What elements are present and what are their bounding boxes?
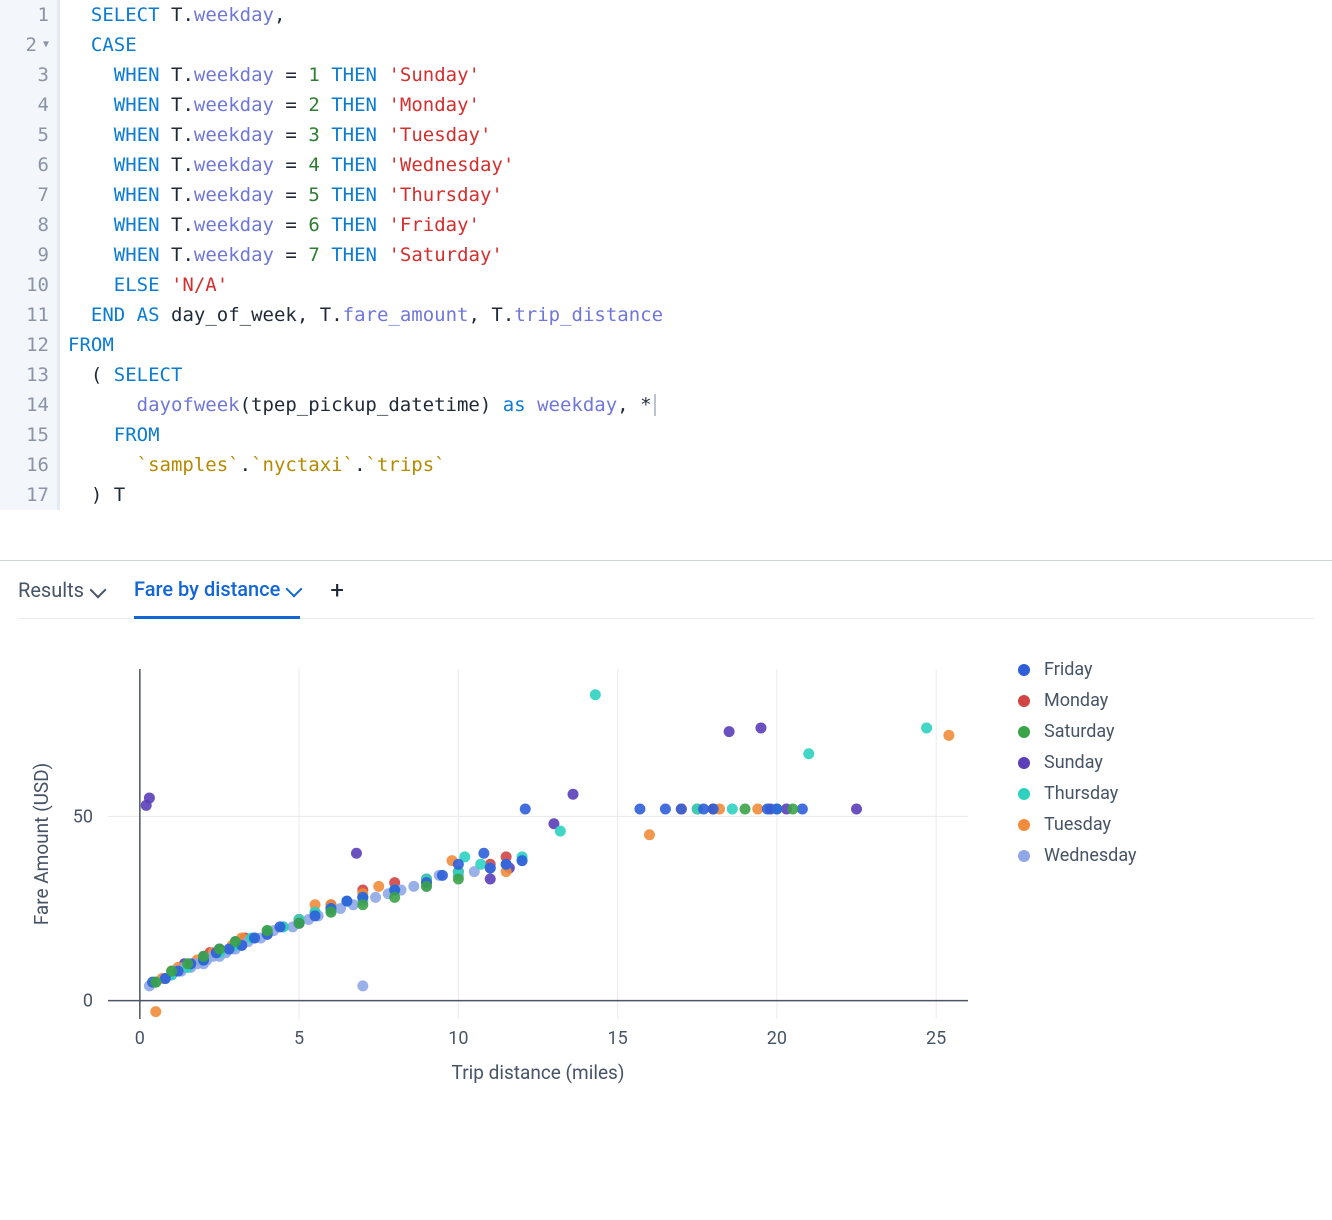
svg-text:50: 50	[73, 806, 93, 827]
legend-dot-icon	[1018, 850, 1030, 862]
add-tab-button[interactable]: +	[330, 576, 344, 604]
chevron-down-icon	[286, 580, 303, 597]
legend-dot-icon	[1018, 695, 1030, 707]
text-cursor	[654, 394, 656, 416]
line-number-gutter: 1 2▼ 3 4 5 6 7 8 9 10 11 12 13 14 15 16 …	[0, 0, 60, 510]
svg-text:5: 5	[294, 1028, 304, 1049]
legend-item[interactable]: Wednesday	[1018, 845, 1137, 866]
legend-label: Wednesday	[1044, 845, 1137, 866]
tab-label: Fare by distance	[134, 577, 280, 601]
tab-results[interactable]: Results	[18, 561, 104, 618]
chart-legend: Friday Monday Saturday Sunday Thursday Tuesda…	[1018, 649, 1137, 1093]
legend-label: Sunday	[1044, 752, 1103, 773]
code-area[interactable]: SELECT T.weekday, CASE WHEN T.weekday = …	[60, 0, 663, 510]
tab-label: Results	[18, 578, 84, 602]
fold-arrow-icon[interactable]: ▼	[43, 30, 49, 60]
legend-item[interactable]: Thursday	[1018, 783, 1137, 804]
legend-dot-icon	[1018, 788, 1030, 800]
tab-bar: Results Fare by distance +	[18, 561, 1314, 619]
chevron-down-icon	[90, 581, 107, 598]
legend-dot-icon	[1018, 664, 1030, 676]
scatter-chart[interactable]: 0 5 10 15 20 25 0 50 Trip distance (miles) Fare A…	[28, 649, 988, 1089]
legend-item[interactable]: Sunday	[1018, 752, 1137, 773]
svg-text:25: 25	[926, 1028, 946, 1049]
legend-item[interactable]: Saturday	[1018, 721, 1137, 742]
legend-item[interactable]: Tuesday	[1018, 814, 1137, 835]
legend-label: Friday	[1044, 659, 1093, 680]
svg-text:20: 20	[767, 1028, 787, 1049]
legend-label: Saturday	[1044, 721, 1115, 742]
svg-text:Trip distance (miles): Trip distance (miles)	[452, 1061, 625, 1084]
results-panel: Results Fare by distance + 0 5 10 15 20 25 0 50…	[0, 560, 1332, 1113]
legend-label: Tuesday	[1044, 814, 1111, 835]
legend-label: Monday	[1044, 690, 1108, 711]
svg-text:Fare Amount (USD): Fare Amount (USD)	[30, 763, 53, 926]
svg-text:0: 0	[83, 991, 93, 1012]
tab-fare-by-distance[interactable]: Fare by distance	[134, 562, 300, 619]
code-editor[interactable]: 1 2▼ 3 4 5 6 7 8 9 10 11 12 13 14 15 16 …	[0, 0, 1332, 510]
svg-text:15: 15	[608, 1028, 628, 1049]
legend-item[interactable]: Friday	[1018, 659, 1137, 680]
legend-dot-icon	[1018, 819, 1030, 831]
legend-item[interactable]: Monday	[1018, 690, 1137, 711]
legend-label: Thursday	[1044, 783, 1118, 804]
svg-text:0: 0	[135, 1028, 145, 1049]
chart-container: 0 5 10 15 20 25 0 50 Trip distance (miles) Fare A…	[18, 619, 1314, 1113]
svg-text:10: 10	[448, 1028, 468, 1049]
legend-dot-icon	[1018, 726, 1030, 738]
legend-dot-icon	[1018, 757, 1030, 769]
